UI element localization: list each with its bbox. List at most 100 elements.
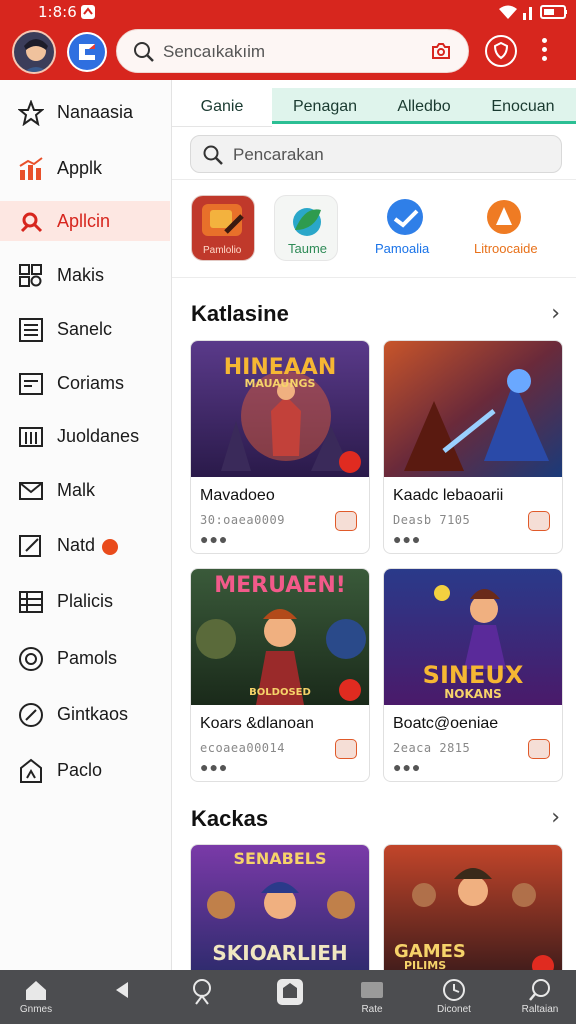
game-card[interactable]: Kaadc lebaoarii Deasb 7105 ●●● [383,340,563,554]
rocket-icon [20,212,43,233]
section-title: Katlasine [191,301,289,326]
art-title: SINEUX [422,661,524,689]
shortcut-pamoalia[interactable]: Pamoalia [373,195,439,263]
game-artwork [384,341,562,477]
more-dots-icon[interactable]: ●●● [393,531,421,547]
game-card[interactable]: GAMES PILIMS [383,844,563,970]
sidebar-item-label: Malk [57,480,96,500]
nav-raltaian[interactable]: Raltaian [504,970,576,1024]
tab-alledbo[interactable]: Alledbo [378,88,470,128]
chevron-right-icon[interactable]: › [551,301,560,326]
nav-label: Gnmes [19,1004,53,1015]
grid-icon [19,264,42,287]
content-search-bar[interactable]: Pencarakan [190,135,562,173]
notification-icon [81,5,95,19]
art-title: SENABELS [233,849,327,868]
sidebar-item-applk[interactable]: Applk [0,148,170,188]
nav-back[interactable] [86,970,158,1024]
sidebar-item-label: Juoldanes [57,426,140,446]
bars-icon [19,427,43,447]
list-icon [19,318,43,342]
gift-icon[interactable] [335,511,357,531]
sidebar-item-apllcin[interactable]: Apllcin [0,201,170,241]
art-subtitle: NOKANS [444,687,502,701]
game-title: Boatc@oeniae [393,715,499,732]
home-icon [26,981,46,1000]
sidebar-item-label: Apllcin [57,211,111,231]
shortcut-pamlolio[interactable]: Pamlolio [191,195,257,263]
sidebar-item-juoldanes[interactable]: Juoldanes [0,416,170,456]
sidebar-item-label: Applk [57,158,103,178]
tab-ganie[interactable]: Ganie [172,88,272,128]
sidebar-item-label: Natd [57,535,96,555]
shortcut-litroocaide[interactable]: Litroocaide [472,195,538,263]
sidebar-item-plalicis[interactable]: Plalicis [0,581,170,621]
sidebar-item-label: Plalicis [57,591,114,611]
avatar-image [24,39,48,72]
pin-icon [339,679,361,701]
sidebar-item-malk[interactable]: Malk [0,470,170,510]
app-root: 1:8:6 6 Sencaıkakıim Nanaasia Applk Apll… [0,0,576,1024]
nav-label: Raltaian [521,1004,559,1015]
card-icon [361,982,383,998]
sidebar-item-natd[interactable]: Natd [0,525,170,565]
wifi-icon [499,5,517,19]
tab-enocuan[interactable]: Enocuan [470,88,576,128]
shield-button[interactable] [485,35,517,67]
bird-app-icon [387,199,423,235]
flame-app-icon [487,200,521,234]
sidebar-item-label: Paclo [57,760,103,780]
section-title: Kackas [191,806,269,831]
divider [172,179,576,180]
tab-penagan[interactable]: Penagan [272,88,378,128]
camera-icon[interactable] [430,40,452,62]
nav-label: Diconet [437,1004,471,1015]
game-subtitle: 30:oaea0009 [200,513,285,527]
nav-home[interactable]: Gnmes [0,970,72,1024]
sidebar-item-paclo[interactable]: Paclo [0,750,170,790]
nav-location[interactable] [166,970,238,1024]
nav-rate[interactable]: Rate [336,970,408,1024]
chevron-right-icon[interactable]: › [551,805,560,830]
edit-icon [19,535,41,557]
more-dots-icon[interactable]: ●●● [200,531,228,547]
search-icon [529,979,550,1001]
game-card[interactable]: SINEUX NOKANS Boatc@oeniae 2eaca 2815 ●●… [383,568,563,782]
more-dots-icon[interactable]: ●●● [393,759,421,775]
search-icon [134,42,154,62]
game-title: Mavadoeo [200,487,275,504]
shortcut-label: Taume [288,241,328,256]
sidebar-item-pamols[interactable]: Pamols [0,638,170,678]
divider [172,277,576,278]
gift-icon[interactable] [335,739,357,759]
sidebar-item-nanaasia[interactable]: Nanaasia [0,92,170,132]
sidebar-item-sanelc[interactable]: Sanelc [0,309,170,349]
game-card[interactable]: MERUAEN! BOLDOSED Koars &dlanoan ecoaea0… [190,568,370,782]
nav-center[interactable] [252,970,324,1024]
gift-icon[interactable] [528,511,550,531]
nav-diconet[interactable]: Diconet [418,970,490,1024]
game-card[interactable]: HINEAAN MAUAUNGS Mavadoeo 30:oaea0009 ●●… [190,340,370,554]
shortcut-taume[interactable]: Taume [274,195,340,263]
more-dots-icon[interactable]: ●●● [200,759,228,775]
sidebar-item-gintkaos[interactable]: Gintkaos [0,694,170,734]
avatar[interactable] [12,30,56,74]
top-bar: Sencaıkakıim [0,26,576,80]
monitor-icon [19,373,43,395]
game-subtitle: ecoaea00014 [200,741,285,755]
gift-icon[interactable] [528,739,550,759]
sidebar-item-makis[interactable]: Makis [0,255,170,295]
location-icon [193,979,211,1005]
game-card[interactable]: SENABELS SKIOARLIEH [190,844,370,970]
notification-badge [102,539,118,555]
sidebar-item-coriams[interactable]: Coriams [0,363,170,403]
chart-icon [19,157,43,180]
shortcut-label: Pamoalia [375,241,430,256]
app-logo-icon[interactable] [67,32,107,72]
top-search-bar[interactable]: Sencaıkakıim [116,29,469,73]
search-icon [203,145,223,165]
more-menu-button[interactable] [534,35,554,69]
globe-icon [19,647,43,671]
sidebar-item-label: Nanaasia [57,102,134,122]
game-subtitle: 2eaca 2815 [393,741,471,755]
